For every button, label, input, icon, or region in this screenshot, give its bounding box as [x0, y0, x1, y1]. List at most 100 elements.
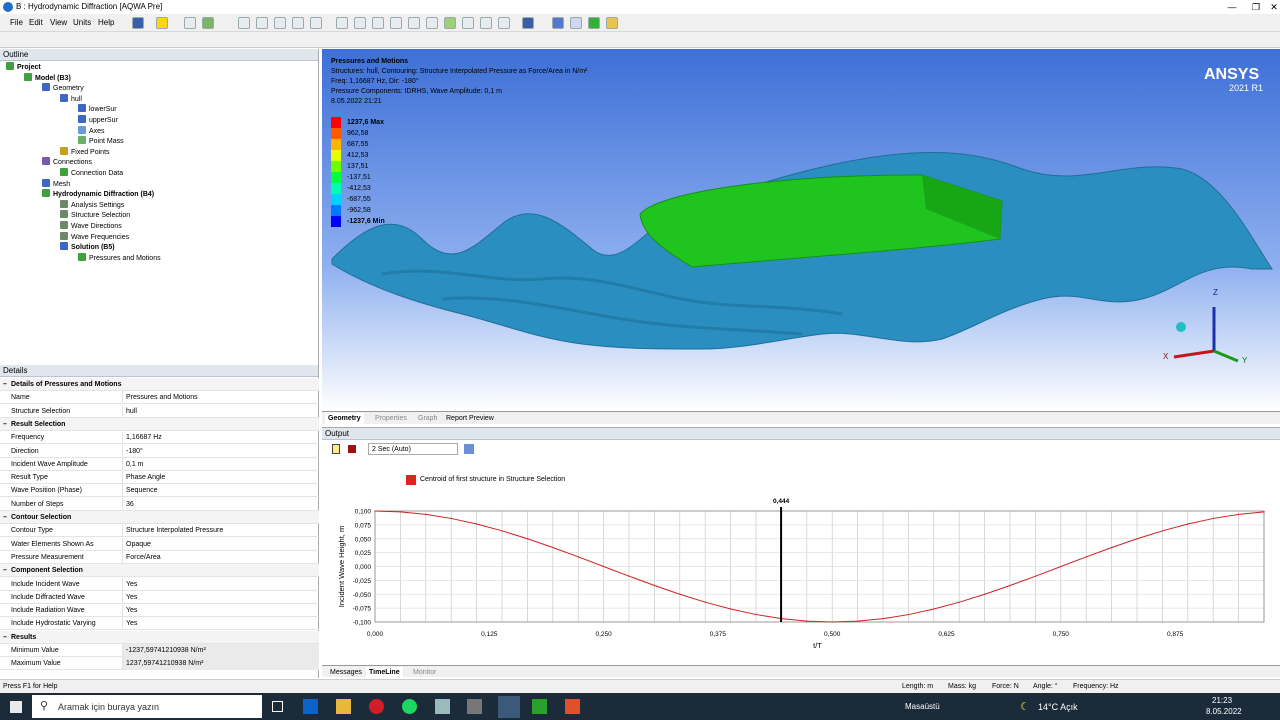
- isometric-icon[interactable]: [480, 17, 492, 29]
- select-point-icon[interactable]: [238, 17, 250, 29]
- details-row[interactable]: Include Diffracted Wave Yes: [0, 590, 319, 604]
- file-explorer-icon[interactable]: [336, 699, 351, 714]
- tree-node[interactable]: Wave Directions: [60, 221, 122, 231]
- menu-view[interactable]: View: [50, 18, 67, 27]
- select-body-icon[interactable]: [292, 17, 304, 29]
- image-icon[interactable]: [202, 17, 214, 29]
- details-row[interactable]: Structure Selection hull: [0, 404, 319, 418]
- tree-node[interactable]: Axes: [78, 125, 105, 136]
- details-value[interactable]: 1,16687 Hz: [126, 431, 162, 444]
- select-mode-icon[interactable]: [310, 17, 322, 29]
- menu-edit[interactable]: Edit: [29, 18, 43, 27]
- graphics-viewport[interactable]: Pressures and Motions Structures: hull, …: [322, 49, 1280, 411]
- spotify-icon[interactable]: [402, 699, 417, 714]
- color-icon[interactable]: [606, 17, 618, 29]
- tree-node[interactable]: Connection Data: [60, 168, 123, 178]
- weather-text[interactable]: 14°C Açık: [1038, 702, 1078, 712]
- tab-properties[interactable]: Properties: [372, 413, 410, 424]
- menu-file[interactable]: File: [10, 18, 23, 27]
- details-value[interactable]: Yes: [126, 604, 137, 617]
- recorder-icon[interactable]: [565, 699, 580, 714]
- details-value[interactable]: Sequence: [126, 484, 158, 497]
- stop-icon[interactable]: [348, 445, 356, 453]
- tree-node[interactable]: upperSur: [78, 115, 118, 125]
- details-row[interactable]: Name Pressures and Motions: [0, 391, 319, 405]
- details-group-header[interactable]: Contour Selection: [0, 511, 319, 524]
- details-row[interactable]: Result Type Phase Angle: [0, 471, 319, 485]
- details-value[interactable]: -1237,59741210938 N/m²: [123, 644, 319, 657]
- details-row[interactable]: Number of Steps 36: [0, 497, 319, 511]
- opera-icon[interactable]: [369, 699, 384, 714]
- tree-node[interactable]: Geometry: [42, 83, 84, 93]
- details-value[interactable]: Yes: [126, 617, 137, 630]
- details-value[interactable]: 1237,59741210938 N/m²: [123, 657, 319, 671]
- details-row[interactable]: Water Elements Shown As Opaque: [0, 537, 319, 551]
- close-button[interactable]: ✕: [1262, 0, 1280, 14]
- view-options-icon[interactable]: [498, 17, 510, 29]
- zoom-icon[interactable]: [372, 17, 384, 29]
- details-group-header[interactable]: Details of Pressures and Motions: [0, 378, 319, 391]
- details-row[interactable]: Pressure Measurement Force/Area: [0, 550, 319, 564]
- pause-icon[interactable]: [332, 444, 340, 454]
- details-row[interactable]: Incident Wave Amplitude 0,1 m: [0, 457, 319, 471]
- tree-node[interactable]: Solution (B5): [60, 242, 115, 252]
- minimize-button[interactable]: —: [1220, 0, 1244, 14]
- details-group-header[interactable]: Results: [0, 630, 319, 644]
- details-value[interactable]: Pressures and Motions: [126, 391, 198, 404]
- details-value[interactable]: 36: [126, 498, 134, 511]
- details-value[interactable]: Yes: [126, 578, 137, 591]
- save-icon[interactable]: [132, 17, 144, 29]
- select-face-icon[interactable]: [274, 17, 286, 29]
- task-view-icon[interactable]: [272, 701, 283, 712]
- aqwa-task-icon[interactable]: [498, 696, 520, 718]
- details-row[interactable]: Include Incident Wave Yes: [0, 577, 319, 591]
- details-value[interactable]: Yes: [126, 591, 137, 604]
- details-row[interactable]: Contour Type Structure Interpolated Press…: [0, 524, 319, 538]
- magnifier-icon[interactable]: [462, 17, 474, 29]
- cube-solid-icon[interactable]: [552, 17, 564, 29]
- tree-node[interactable]: Project: [6, 62, 41, 72]
- tree-node[interactable]: Wave Frequencies: [60, 231, 129, 242]
- text-annotation-icon[interactable]: [184, 17, 196, 29]
- tab-monitor[interactable]: Monitor: [410, 667, 439, 678]
- details-value[interactable]: hull: [126, 405, 137, 418]
- solve-icon[interactable]: [156, 17, 168, 29]
- tab-messages[interactable]: Messages: [327, 667, 365, 678]
- clock-time[interactable]: 21:23: [1212, 696, 1232, 705]
- details-value[interactable]: Force/Area: [126, 551, 161, 564]
- tree-node[interactable]: lowerSur: [78, 104, 117, 114]
- details-value[interactable]: Opaque: [126, 538, 151, 551]
- outlook-icon[interactable]: [303, 699, 318, 714]
- tab-geometry[interactable]: Geometry: [325, 413, 364, 424]
- cube-wire-icon[interactable]: [570, 17, 582, 29]
- tree-node[interactable]: Model (B3): [24, 72, 71, 83]
- select-edge-icon[interactable]: [256, 17, 268, 29]
- menu-units[interactable]: Units: [73, 18, 91, 27]
- tree-node[interactable]: Analysis Settings: [60, 199, 124, 210]
- pan-icon[interactable]: [354, 17, 366, 29]
- app-icon[interactable]: [435, 699, 450, 714]
- export-icon[interactable]: [464, 444, 474, 454]
- details-group-header[interactable]: Component Selection: [0, 564, 319, 578]
- tree-node[interactable]: Mesh: [42, 178, 70, 189]
- details-row[interactable]: Include Radiation Wave Yes: [0, 604, 319, 618]
- tree-node[interactable]: Structure Selection: [60, 210, 130, 220]
- details-row[interactable]: Minimum Value -1237,59741210938 N/m²: [0, 644, 319, 657]
- menu-help[interactable]: Help: [98, 18, 114, 27]
- details-group-header[interactable]: Result Selection: [0, 417, 319, 431]
- tab-report-preview[interactable]: Report Preview: [443, 413, 497, 424]
- taskbar-search[interactable]: ⚲ Aramak için buraya yazın: [32, 695, 262, 718]
- clock-date[interactable]: 8.05.2022: [1206, 707, 1242, 716]
- tree-node[interactable]: Hydrodynamic Diffraction (B4): [42, 189, 154, 199]
- speed-select[interactable]: 2 Sec (Auto): [368, 443, 458, 455]
- details-row[interactable]: Direction -180°: [0, 444, 319, 458]
- details-value[interactable]: Structure Interpolated Pressure: [126, 524, 223, 537]
- tab-graph[interactable]: Graph: [415, 413, 440, 424]
- tree-node[interactable]: Connections: [42, 157, 92, 167]
- tree-node[interactable]: Point Mass: [78, 136, 124, 146]
- workbench-icon[interactable]: [467, 699, 482, 714]
- details-row[interactable]: Maximum Value 1237,59741210938 N/m²: [0, 657, 319, 671]
- camtasia-icon[interactable]: [532, 699, 547, 714]
- tree-node[interactable]: hull: [60, 93, 82, 104]
- details-row[interactable]: Include Hydrostatic Varying Yes: [0, 617, 319, 631]
